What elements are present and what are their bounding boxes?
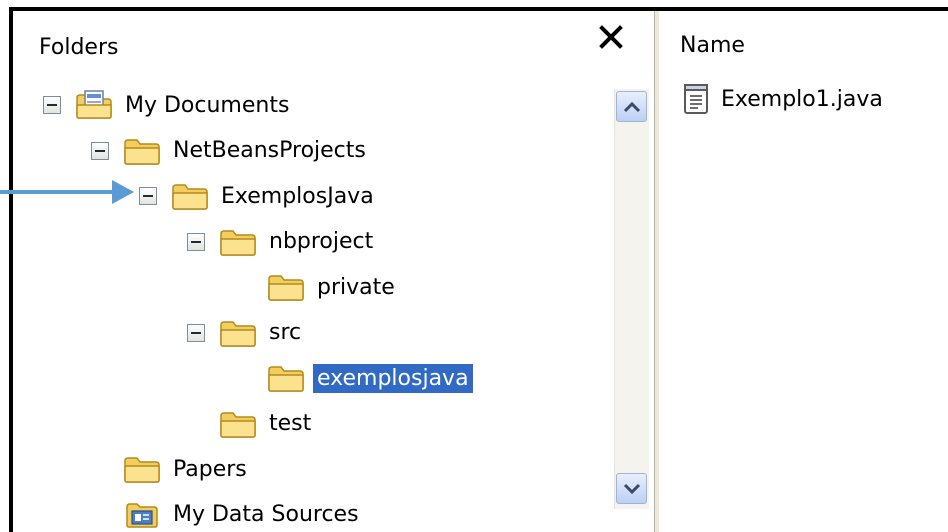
annotation-arrow-icon [0,180,134,204]
text-file-icon [684,84,708,114]
tree-node[interactable]: My Documents [43,85,293,125]
tree-node-label: ExemplosJava [221,183,374,209]
folder-icon [220,411,256,438]
collapse-toggle[interactable] [187,232,205,251]
tree-node[interactable]: nbproject [187,222,377,262]
tree-node-label: src [269,320,302,345]
tree-node-label: My Documents [125,92,290,118]
folder-icon [124,457,160,483]
tree-node[interactable]: NetBeansProjects [91,131,370,171]
my-documents-icon [76,90,112,119]
scroll-up-button[interactable] [616,91,647,122]
tree-node[interactable]: My Data Sources [91,495,363,532]
name-title: Name [680,33,745,58]
scroll-down-button[interactable] [616,473,647,504]
data-sources-icon [126,502,158,528]
tree-node[interactable]: src [187,313,305,353]
collapse-toggle[interactable] [139,187,157,205]
folder-icon [268,366,304,392]
collapse-toggle[interactable] [43,96,61,114]
folders-title: Folders [39,35,119,60]
tree-node-label: Papers [173,456,247,482]
folder-icon [124,138,160,165]
explorer-window: Folders My Documents NetBeansProjects Ex… [9,7,948,532]
file-label: Exemplo1.java [721,86,883,112]
folder-icon [268,275,304,301]
folder-icon [220,229,256,256]
tree-node[interactable]: Papers [91,449,251,489]
close-icon[interactable] [597,23,625,51]
tree-node-label: exemplosjava [313,363,473,393]
tree-node[interactable]: exemplosjava [235,358,473,398]
tree-node[interactable]: private [235,267,399,307]
tree-node[interactable]: ExemplosJava [139,176,378,216]
tree-node-label: test [269,411,312,436]
collapse-toggle[interactable] [187,323,205,342]
tree-scrollbar[interactable] [614,89,649,509]
pane-divider[interactable] [654,11,660,532]
tree-node[interactable]: test [187,404,315,444]
chevron-up-icon [623,101,640,112]
collapse-toggle[interactable] [91,141,109,160]
folder-tree: My Documents NetBeansProjects ExemplosJa… [13,71,613,532]
tree-node-label: private [317,274,395,300]
folders-pane-header: Folders [13,11,654,71]
tree-node-label: nbproject [269,229,374,254]
file-item[interactable]: Exemplo1.java [683,83,883,115]
chevron-down-icon [623,483,640,494]
name-column-header[interactable]: Name [660,11,948,71]
tree-node-label: My Data Sources [173,502,359,527]
tree-node-label: NetBeansProjects [173,138,366,163]
folder-icon [220,320,256,347]
folder-icon [172,184,208,210]
